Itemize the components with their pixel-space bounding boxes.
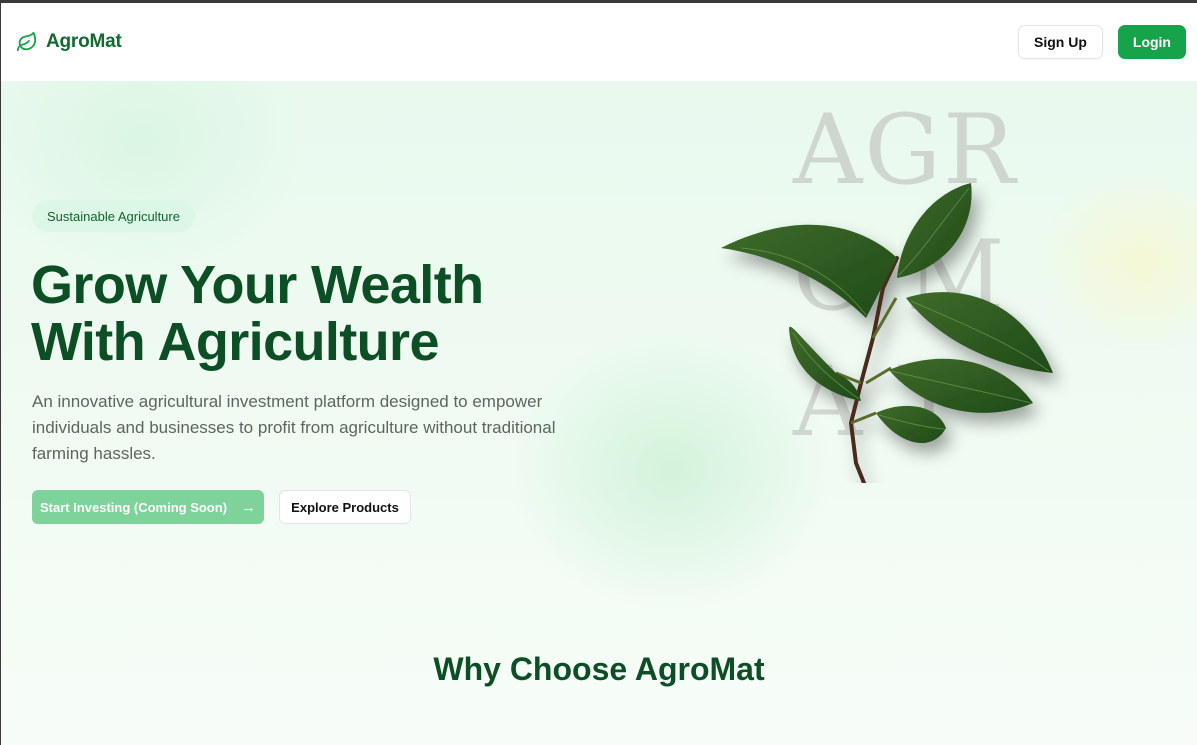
arrow-right-icon: → xyxy=(241,498,257,516)
brand-logo[interactable]: AgroMat xyxy=(16,31,122,53)
hero-badge: Sustainable Agriculture xyxy=(32,200,195,232)
hero-plant-image xyxy=(721,183,1053,483)
hero-description: An innovative agricultural investment pl… xyxy=(32,392,556,463)
start-investing-button[interactable]: Start Investing (Coming Soon) → xyxy=(32,490,264,524)
leaf-icon xyxy=(16,31,38,53)
brand-name: AgroMat xyxy=(46,31,122,52)
start-investing-label: Start Investing (Coming Soon) xyxy=(39,499,228,515)
login-button[interactable]: Login xyxy=(1117,25,1186,59)
header-actions: Sign Up Login xyxy=(1018,25,1186,59)
explore-products-button[interactable]: Explore Products xyxy=(279,490,411,524)
hero-title-line-2: With Agriculture xyxy=(31,312,440,372)
hero-title: Grow Your Wealth With Agriculture xyxy=(31,257,631,371)
why-choose-heading: Why Choose AgroMat xyxy=(433,651,765,687)
top-navbar: AgroMat Sign Up Login xyxy=(1,3,1197,81)
signup-button[interactable]: Sign Up xyxy=(1018,25,1103,59)
hero-title-line-1: Grow Your Wealth xyxy=(31,255,484,315)
